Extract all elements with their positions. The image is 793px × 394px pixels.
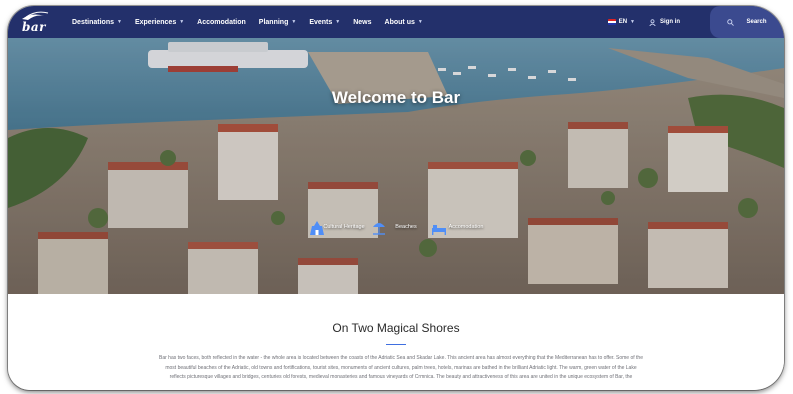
section-title: On Two Magical Shores	[332, 321, 460, 335]
title-divider	[386, 344, 406, 345]
nav-accomodation[interactable]: Accomodation	[197, 19, 246, 26]
browser-viewport: bar Destinations ▼ Experiences ▼ Accomod…	[8, 6, 784, 390]
nav-label: News	[353, 18, 372, 26]
site-logo[interactable]: bar	[18, 10, 58, 36]
uk-flag-icon	[607, 19, 616, 25]
chevron-down-icon: ▼	[630, 19, 635, 25]
hero-banner: Welcome to Bar Cultural Heritage Beaches	[8, 38, 784, 294]
hero-title: Welcome to Bar	[331, 88, 461, 107]
user-icon	[649, 18, 656, 26]
quicklink-accomodation[interactable]: Accomodation	[431, 220, 501, 235]
nav-about-us[interactable]: About us ▼	[385, 19, 423, 26]
nav-label: Planning	[258, 18, 289, 26]
signin-link[interactable]: Sign in	[649, 18, 680, 26]
logo-text: bar	[22, 20, 46, 34]
chevron-down-icon: ▼	[417, 19, 423, 25]
chevron-down-icon: ▼	[291, 19, 297, 25]
header-tools: EN ▼ Sign in Search	[607, 6, 784, 38]
search-label: Search	[746, 19, 767, 25]
main-nav: Destinations ▼ Experiences ▼ Accomodatio…	[72, 6, 423, 38]
signin-label: Sign in	[660, 19, 680, 25]
nav-events[interactable]: Events ▼	[309, 19, 340, 26]
chevron-down-icon: ▼	[179, 19, 185, 25]
bed-icon	[432, 225, 446, 235]
search-button[interactable]: Search	[710, 6, 784, 38]
nav-label: Events	[309, 18, 333, 26]
quicklink-cultural-heritage[interactable]: Cultural Heritage	[309, 220, 379, 235]
site-header: bar Destinations ▼ Experiences ▼ Accomod…	[8, 6, 784, 38]
search-icon	[727, 18, 735, 26]
heritage-icon	[310, 221, 324, 235]
intro-paragraph: Bar has two faces, both reflected in the…	[159, 355, 643, 381]
nav-planning[interactable]: Planning ▼	[259, 19, 297, 26]
intro-section: On Two Magical Shores Bar has two faces,…	[8, 294, 784, 390]
city-harbor-photo	[8, 38, 784, 294]
chevron-down-icon: ▼	[335, 19, 341, 25]
nav-label: About us	[384, 18, 415, 26]
nav-label: Destinations	[72, 18, 115, 26]
nav-destinations[interactable]: Destinations ▼	[72, 19, 122, 26]
nav-news[interactable]: News	[353, 19, 371, 26]
chevron-down-icon: ▼	[117, 19, 122, 25]
nav-experiences[interactable]: Experiences ▼	[135, 19, 184, 26]
language-selector[interactable]: EN ▼	[607, 19, 635, 25]
nav-label: Accomodation	[197, 18, 246, 26]
nav-label: Experiences	[134, 18, 177, 26]
palm-umbrella-icon	[373, 223, 385, 235]
language-label: EN	[618, 19, 628, 25]
